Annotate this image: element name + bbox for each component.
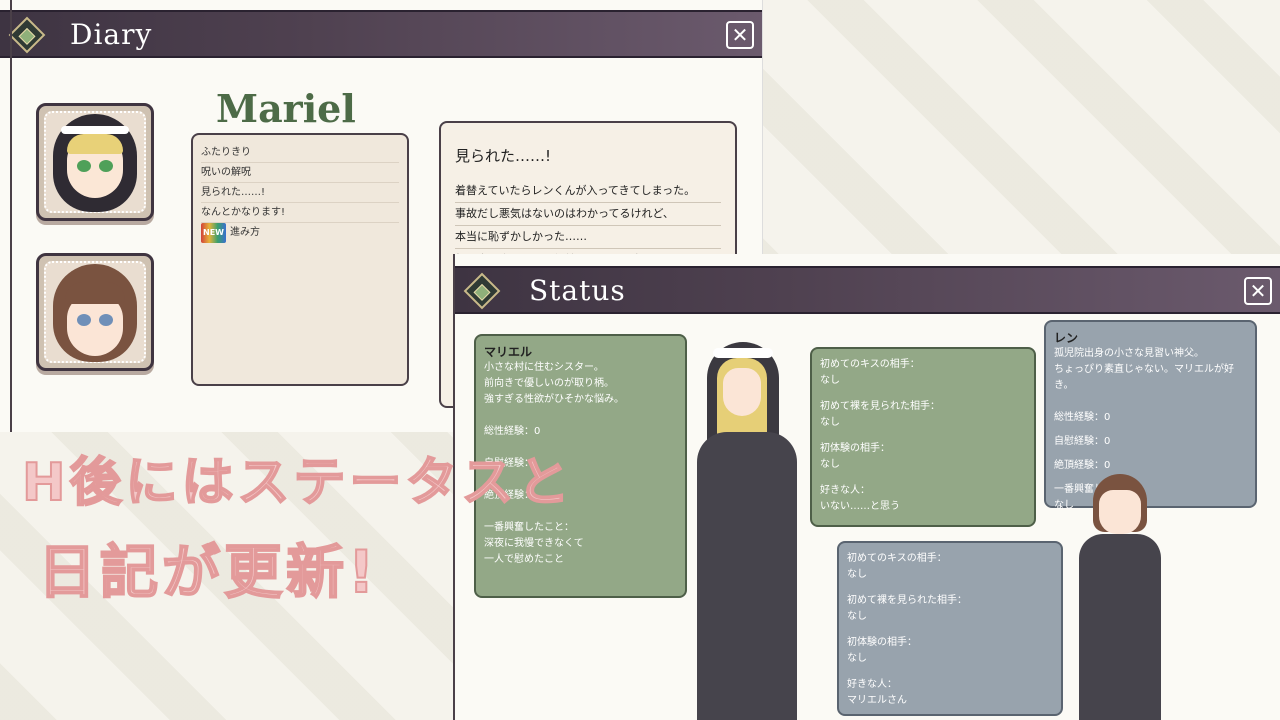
detail-answer: なし bbox=[820, 459, 840, 470]
desc-line: 強すぎる性欲がひそかな悩み。 bbox=[484, 394, 624, 405]
stat-line: 総性経験：0 bbox=[1054, 412, 1111, 423]
divider bbox=[10, 0, 12, 432]
promo-line-2: 日記が更新! bbox=[37, 537, 379, 607]
detail-question: 初めて裸を見られた相手： bbox=[820, 401, 940, 412]
mariel-name: マリエル bbox=[484, 345, 533, 359]
detail-answer: なし bbox=[847, 653, 867, 664]
ren-name: レン bbox=[1054, 331, 1079, 345]
list-item[interactable]: 呪いの解呪 bbox=[201, 163, 399, 183]
desc-line: 孤児院出身の小さな見習い神父。 bbox=[1054, 348, 1204, 359]
ren-character-sprite bbox=[1065, 474, 1175, 720]
entry-title: 見られた……! bbox=[455, 147, 552, 165]
stat-answer: 深夜に我慢できなくて bbox=[484, 538, 584, 549]
list-item[interactable]: NEW 進み方 bbox=[201, 223, 399, 243]
desc-line: ちょっぴり素直じゃない。マリエルが好き。 bbox=[1054, 364, 1234, 391]
desc-line: 前向きで優しいのが取り柄。 bbox=[484, 378, 614, 389]
desc-line: 小さな村に住むシスター。 bbox=[484, 362, 604, 373]
detail-answer: なし bbox=[820, 417, 840, 428]
stat-line: 総性経験：0 bbox=[484, 426, 541, 437]
list-item-label: 進み方 bbox=[229, 227, 260, 238]
status-close-button[interactable]: ✕ bbox=[1244, 277, 1272, 305]
mariel-character-sprite bbox=[677, 342, 817, 720]
list-item[interactable]: 見られた……! bbox=[201, 183, 399, 203]
stat-line: 絶頂経験：0 bbox=[1054, 460, 1111, 471]
detail-answer: いない……と思う bbox=[820, 501, 900, 512]
detail-answer: なし bbox=[847, 569, 867, 580]
diary-titlebar: Diary ✕ bbox=[0, 10, 762, 58]
stat-line: 自慰経験：0 bbox=[1054, 436, 1111, 447]
detail-question: 初めてのキスの相手： bbox=[847, 553, 947, 564]
new-badge: NEW bbox=[201, 223, 226, 243]
diary-close-button[interactable]: ✕ bbox=[726, 21, 754, 49]
entry-line: 本当に恥ずかしかった…… bbox=[455, 226, 721, 249]
stat-answer: 一人で慰めたこと bbox=[484, 554, 564, 565]
status-titlebar: Status ✕ bbox=[455, 266, 1280, 314]
status-window: Status ✕ マリエル 小さな村に住むシスター。 前向きで優しいのが取り柄。… bbox=[453, 254, 1280, 720]
mariel-detail-panel: 初めてのキスの相手： なし 初めて裸を見られた相手： なし 初体験の相手： なし… bbox=[810, 347, 1036, 527]
status-title: Status bbox=[529, 274, 626, 307]
detail-question: 初体験の相手： bbox=[847, 637, 917, 648]
character-name: Mariel bbox=[216, 86, 356, 131]
detail-question: 好きな人： bbox=[847, 679, 897, 690]
detail-question: 初めてのキスの相手： bbox=[820, 359, 920, 370]
diary-entry-list: ふたりきり 呪いの解呪 見られた……! なんとかなります! NEW 進み方 bbox=[191, 133, 409, 386]
detail-question: 好きな人： bbox=[820, 485, 870, 496]
avatar-mariel[interactable] bbox=[36, 103, 154, 221]
detail-question: 初体験の相手： bbox=[820, 443, 890, 454]
detail-answer: マリエルさん bbox=[847, 695, 907, 706]
entry-line: 事故だし悪気はないのはわかってるけれど、 bbox=[455, 203, 721, 226]
detail-answer: なし bbox=[820, 375, 840, 386]
entry-line: 着替えていたらレンくんが入ってきてしまった。 bbox=[455, 180, 721, 203]
avatar-ren[interactable] bbox=[36, 253, 154, 371]
detail-question: 初めて裸を見られた相手： bbox=[847, 595, 967, 606]
list-item[interactable]: なんとかなります! bbox=[201, 203, 399, 223]
diary-title: Diary bbox=[70, 18, 153, 51]
emblem-icon bbox=[8, 16, 46, 54]
detail-answer: なし bbox=[847, 611, 867, 622]
emblem-icon bbox=[463, 272, 501, 310]
stat-question: 一番興奮したこと： bbox=[484, 522, 574, 533]
ren-detail-panel: 初めてのキスの相手： なし 初めて裸を見られた相手： なし 初体験の相手： なし… bbox=[837, 541, 1063, 716]
promo-line-1: H後にはステータスと bbox=[21, 452, 574, 514]
list-item[interactable]: ふたりきり bbox=[201, 143, 399, 163]
